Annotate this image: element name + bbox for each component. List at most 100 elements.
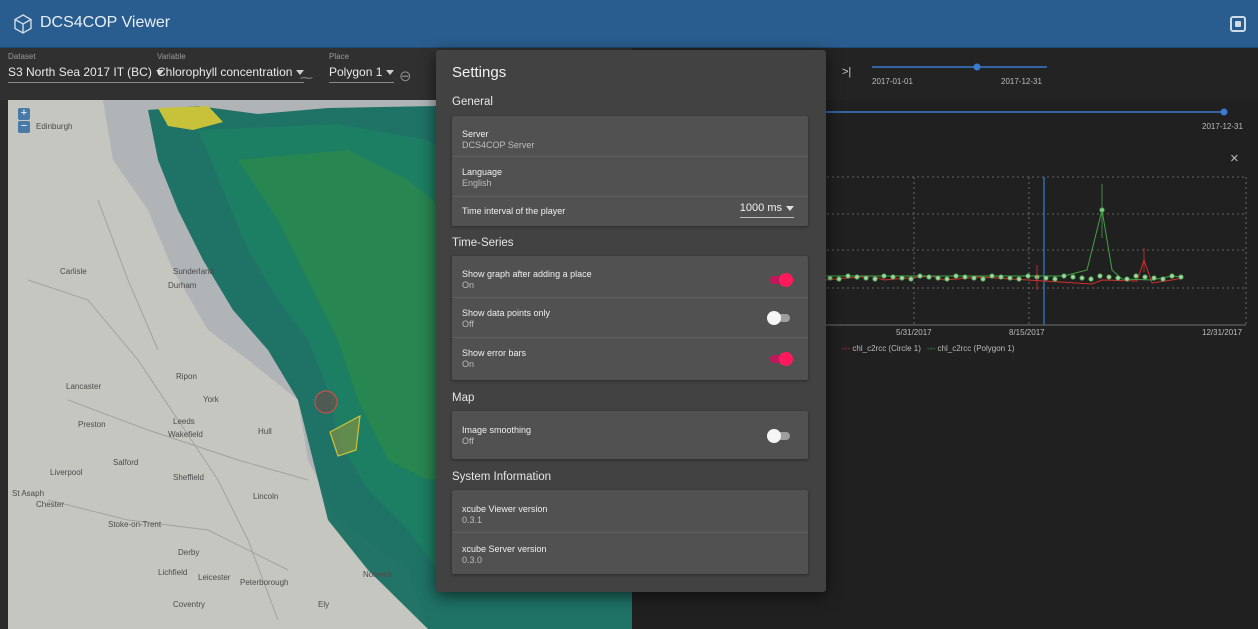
map-place-label: Salford xyxy=(113,458,139,467)
setting-value: English xyxy=(462,178,492,188)
time-interval-select[interactable]: 1000 ms xyxy=(739,202,794,218)
chart-legend: -◦- chl_c2rcc (Circle 1) -◦- chl_c2rcc (… xyxy=(842,344,1014,353)
series-point-polygon xyxy=(953,273,959,279)
system-info-card: xcube Viewer version 0.3.1 xcube Server … xyxy=(452,490,808,574)
series-point-polygon xyxy=(935,275,941,281)
dataset-select[interactable]: S3 North Sea 2017 IT (BC) xyxy=(8,65,164,83)
variable-select-group: Variable Chlorophyll concentration xyxy=(157,52,305,83)
variable-select[interactable]: Chlorophyll concentration xyxy=(157,65,305,83)
image-smoothing-setting[interactable]: Image smoothing Off xyxy=(452,411,808,459)
legend-marker-red: -◦- xyxy=(842,344,851,353)
section-title-map: Map xyxy=(452,392,475,404)
server-version-row: xcube Server version 0.3.0 xyxy=(452,533,808,574)
series-point-polygon xyxy=(989,273,995,279)
x-tick-label: 8/15/2017 xyxy=(1009,328,1045,337)
map-place-label: Edinburgh xyxy=(36,122,73,131)
language-setting[interactable]: Language English xyxy=(452,157,808,197)
current-time-label: 2017-12-31 xyxy=(1202,122,1243,131)
x-tick-label: 12/31/2017 xyxy=(1202,328,1243,337)
series-point-polygon xyxy=(1133,273,1139,279)
place-select[interactable]: Polygon 1 xyxy=(329,65,395,83)
map-place-label: Norwich xyxy=(363,570,392,579)
show-graph-setting[interactable]: Show graph after adding a place On xyxy=(452,256,808,298)
variable-label: Variable xyxy=(157,52,186,61)
series-point-polygon xyxy=(917,273,923,279)
legend-item-polygon: chl_c2rcc (Polygon 1) xyxy=(937,344,1015,353)
map-place-label: Derby xyxy=(178,548,200,557)
setting-label: Show graph after adding a place xyxy=(462,269,592,279)
range-start-label: 2017-01-01 xyxy=(872,77,913,86)
app-title: DCS4COP Viewer xyxy=(40,14,171,31)
series-point-polygon xyxy=(1025,273,1031,279)
image-smoothing-toggle[interactable] xyxy=(767,429,790,443)
place-select-group: Place Polygon 1 xyxy=(329,52,395,83)
series-point-polygon xyxy=(1016,276,1022,282)
series-point-polygon xyxy=(881,273,887,279)
setting-value: Off xyxy=(462,436,474,446)
series-point-polygon xyxy=(1043,275,1049,281)
map-place-label: Sheffield xyxy=(173,473,204,482)
series-point-polygon xyxy=(980,276,986,282)
server-setting[interactable]: Server DCS4COP Server xyxy=(452,116,808,157)
error-bars-setting[interactable]: Show error bars On xyxy=(452,338,808,380)
setting-value: DCS4COP Server xyxy=(462,140,535,150)
map-place-label: Coventry xyxy=(173,600,206,609)
series-point-polygon xyxy=(1160,276,1166,282)
setting-label: Server xyxy=(462,129,489,139)
series-point-polygon xyxy=(926,274,932,280)
remove-place-icon[interactable]: ⊖ xyxy=(399,67,412,85)
series-point-polygon xyxy=(1070,274,1076,280)
series-point-polygon xyxy=(1007,275,1013,281)
data-points-only-setting[interactable]: Show data points only Off xyxy=(452,298,808,338)
zoom-out-button[interactable]: − xyxy=(18,121,30,133)
setting-label: xcube Viewer version xyxy=(462,504,548,514)
series-point-polygon xyxy=(1169,273,1175,279)
zoom-in-button[interactable]: + xyxy=(18,108,30,120)
timeseries-settings-card: Show graph after adding a place On Show … xyxy=(452,256,808,380)
settings-icon[interactable] xyxy=(1230,16,1246,32)
setting-label: Show error bars xyxy=(462,348,527,358)
map-place-label: Lincoln xyxy=(253,492,279,501)
map-place-label: Lancaster xyxy=(66,382,102,391)
series-point-polygon xyxy=(1079,275,1085,281)
map-place-label: Stoke-on-Trent xyxy=(108,520,162,529)
setting-value: 0.3.1 xyxy=(462,515,483,525)
series-point-polygon xyxy=(836,276,842,282)
chart-icon[interactable]: ⁓ xyxy=(300,70,313,86)
general-settings-card: Server DCS4COP Server Language English T… xyxy=(452,116,808,226)
dialog-title: Settings xyxy=(452,64,507,81)
chevron-down-icon xyxy=(386,70,395,76)
data-points-only-toggle[interactable] xyxy=(767,311,790,325)
setting-value: Off xyxy=(462,319,474,329)
series-point-polygon xyxy=(1115,275,1121,281)
map-place-label: Lichfield xyxy=(158,568,188,577)
dataset-label: Dataset xyxy=(8,52,36,61)
series-point-polygon xyxy=(890,274,896,280)
toggle-knob xyxy=(779,352,793,366)
place-label: Place xyxy=(329,52,350,61)
map-place-label: Hull xyxy=(258,427,272,436)
show-graph-toggle[interactable] xyxy=(770,273,793,287)
map-place-label: Carlisle xyxy=(60,267,87,276)
series-point-polygon xyxy=(971,275,977,281)
map-place-label: St Asaph xyxy=(12,489,45,498)
section-title-system: System Information xyxy=(452,471,552,483)
skip-end-icon[interactable]: >| xyxy=(842,66,851,78)
map-place-label: Preston xyxy=(78,420,106,429)
series-point-polygon xyxy=(998,274,1004,280)
map-settings-card: Image smoothing Off xyxy=(452,411,808,459)
series-point-polygon xyxy=(908,276,914,282)
series-point-polygon xyxy=(1178,274,1184,280)
legend-marker-green: -◦- xyxy=(927,344,936,353)
series-point-polygon xyxy=(1088,276,1094,282)
legend-item-circle: chl_c2rcc (Circle 1) xyxy=(852,344,921,353)
series-point-polygon xyxy=(1097,273,1103,279)
setting-value: On xyxy=(462,359,475,369)
time-interval-setting: Time interval of the player 1000 ms xyxy=(452,197,808,226)
map-place-label: Liverpool xyxy=(50,468,83,477)
section-title-general: General xyxy=(452,96,493,108)
error-bars-toggle[interactable] xyxy=(770,352,793,366)
map-place-label: Leicester xyxy=(198,573,231,582)
series-point-polygon xyxy=(899,275,905,281)
series-point-polygon xyxy=(1106,274,1112,280)
